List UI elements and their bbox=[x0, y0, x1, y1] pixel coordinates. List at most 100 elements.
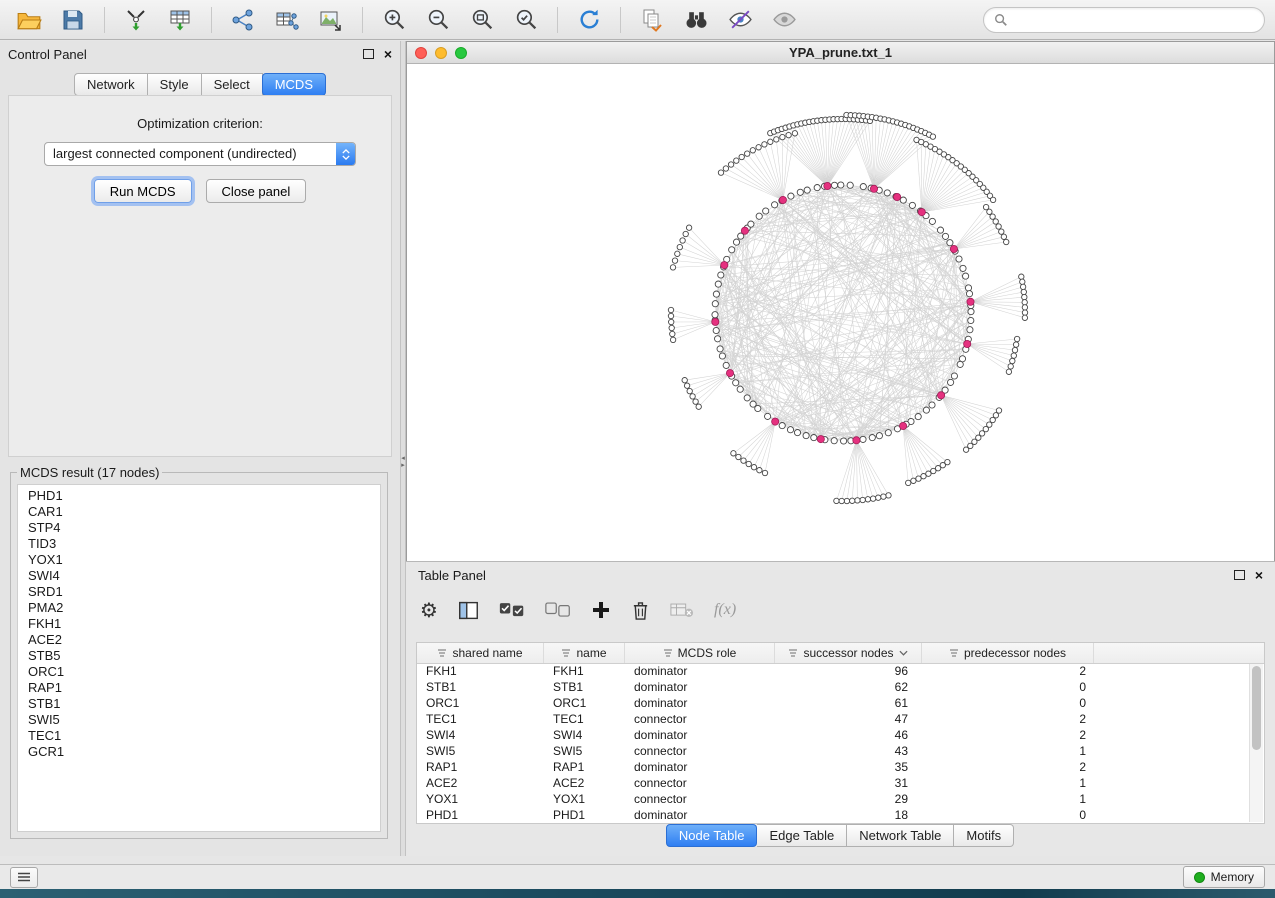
mcds-result-item[interactable]: TEC1 bbox=[28, 728, 370, 744]
mcds-result-item[interactable]: RAP1 bbox=[28, 680, 370, 696]
mcds-result-item[interactable]: STB5 bbox=[28, 648, 370, 664]
graphics-details-icon bbox=[728, 7, 753, 32]
mcds-result-item[interactable]: FKH1 bbox=[28, 616, 370, 632]
mcds-result-item[interactable]: STP4 bbox=[28, 520, 370, 536]
table-cell: FKH1 bbox=[544, 663, 625, 679]
select-all-button[interactable] bbox=[499, 602, 525, 618]
tab-network-table[interactable]: Network Table bbox=[847, 824, 954, 847]
mcds-result-item[interactable]: GCR1 bbox=[28, 744, 370, 760]
import-table-button[interactable] bbox=[161, 4, 199, 36]
mcds-result-item[interactable]: PHD1 bbox=[28, 488, 370, 504]
table-cell: 62 bbox=[775, 679, 922, 695]
tab-network[interactable]: Network bbox=[74, 73, 148, 96]
function-builder-button[interactable]: f(x) bbox=[714, 601, 736, 619]
scrollbar-thumb[interactable] bbox=[1252, 666, 1261, 750]
delete-column-button[interactable] bbox=[631, 600, 650, 621]
show-hide-button[interactable] bbox=[765, 4, 803, 36]
table-row[interactable]: YOX1YOX1connector291 bbox=[417, 791, 1250, 807]
table-cell: dominator bbox=[625, 759, 775, 775]
network-window-titlebar[interactable]: YPA_prune.txt_1 bbox=[407, 42, 1274, 64]
save-session-button[interactable] bbox=[54, 4, 92, 36]
desktop-background bbox=[0, 889, 1275, 898]
tab-edge-table[interactable]: Edge Table bbox=[757, 824, 847, 847]
graphics-details-button[interactable] bbox=[721, 4, 759, 36]
table-settings-button[interactable]: ⚙ bbox=[420, 600, 438, 620]
new-network-button[interactable] bbox=[224, 4, 262, 36]
sort-icon bbox=[561, 648, 571, 658]
table-cell: PHD1 bbox=[544, 807, 625, 823]
float-panel-icon[interactable] bbox=[363, 49, 374, 59]
mcds-result-item[interactable]: ORC1 bbox=[28, 664, 370, 680]
export-image-button[interactable] bbox=[312, 4, 350, 36]
tab-style[interactable]: Style bbox=[148, 73, 202, 96]
mcds-result-item[interactable]: TID3 bbox=[28, 536, 370, 552]
table-row[interactable]: FKH1FKH1dominator962 bbox=[417, 663, 1250, 679]
mcds-result-item[interactable]: ACE2 bbox=[28, 632, 370, 648]
memory-button[interactable]: Memory bbox=[1183, 866, 1265, 888]
tab-motifs[interactable]: Motifs bbox=[954, 824, 1014, 847]
mcds-result-list[interactable]: PHD1CAR1STP4TID3YOX1SWI4SRD1PMA2FKH1ACE2… bbox=[17, 484, 381, 832]
refresh-layout-button[interactable] bbox=[570, 4, 608, 36]
search-box[interactable] bbox=[983, 7, 1265, 33]
close-table-panel-icon[interactable]: × bbox=[1255, 570, 1263, 580]
criterion-dropdown[interactable]: largest connected component (undirected) bbox=[44, 142, 356, 166]
mcds-result-item[interactable]: PMA2 bbox=[28, 600, 370, 616]
network-canvas[interactable] bbox=[407, 64, 1274, 561]
status-menu-button[interactable] bbox=[10, 867, 38, 888]
mcds-result-item[interactable]: YOX1 bbox=[28, 552, 370, 568]
toolbar-separator bbox=[104, 7, 105, 33]
node-table: shared name name MCDS role successor nod… bbox=[416, 642, 1265, 824]
mcds-result-item[interactable]: SWI5 bbox=[28, 712, 370, 728]
table-row[interactable]: ORC1ORC1dominator610 bbox=[417, 695, 1250, 711]
column-header-mcds-role[interactable]: MCDS role bbox=[625, 643, 775, 663]
table-cell: connector bbox=[625, 743, 775, 759]
table-row[interactable]: TEC1TEC1connector472 bbox=[417, 711, 1250, 727]
run-mcds-button[interactable]: Run MCDS bbox=[94, 179, 192, 203]
mcds-result-item[interactable]: STB1 bbox=[28, 696, 370, 712]
tab-node-table[interactable]: Node Table bbox=[666, 824, 758, 847]
tab-select[interactable]: Select bbox=[202, 73, 263, 96]
search-input[interactable] bbox=[1014, 11, 1254, 28]
zoom-fit-button[interactable] bbox=[463, 4, 501, 36]
toolbar-separator bbox=[620, 7, 621, 33]
mcds-result-item[interactable]: SWI4 bbox=[28, 568, 370, 584]
open-session-button[interactable] bbox=[10, 4, 48, 36]
zoom-in-button[interactable] bbox=[375, 4, 413, 36]
add-column-button[interactable] bbox=[591, 600, 611, 620]
first-neighbors-button[interactable] bbox=[677, 4, 715, 36]
table-row[interactable]: STB1STB1dominator620 bbox=[417, 679, 1250, 695]
criterion-value: largest connected component (undirected) bbox=[53, 146, 297, 161]
new-network-table-button[interactable] bbox=[268, 4, 306, 36]
copy-document-button[interactable] bbox=[633, 4, 671, 36]
table-scrollbar[interactable] bbox=[1249, 664, 1263, 822]
import-network-button[interactable] bbox=[117, 4, 155, 36]
float-table-panel-icon[interactable] bbox=[1234, 570, 1245, 580]
column-layout-button[interactable] bbox=[458, 600, 479, 621]
tab-mcds[interactable]: MCDS bbox=[262, 73, 326, 96]
column-header-predecessor-nodes[interactable]: predecessor nodes bbox=[922, 643, 1094, 663]
table-cell: ORC1 bbox=[417, 695, 544, 711]
close-panel-icon[interactable]: × bbox=[384, 49, 392, 59]
table-row[interactable]: ACE2ACE2connector311 bbox=[417, 775, 1250, 791]
table-row[interactable]: SWI4SWI4dominator462 bbox=[417, 727, 1250, 743]
control-panel-header: Control Panel × bbox=[0, 41, 400, 67]
network-view-window: YPA_prune.txt_1 bbox=[406, 41, 1275, 561]
zoom-selected-button[interactable] bbox=[507, 4, 545, 36]
table-row[interactable]: PHD1PHD1dominator180 bbox=[417, 807, 1250, 823]
column-header-name[interactable]: name bbox=[544, 643, 625, 663]
close-panel-button[interactable]: Close panel bbox=[206, 179, 307, 203]
network-graph[interactable] bbox=[407, 64, 1274, 561]
table-row[interactable]: SWI5SWI5connector431 bbox=[417, 743, 1250, 759]
table-cell bbox=[1094, 679, 1250, 695]
table-cell bbox=[1094, 775, 1250, 791]
mcds-result-item[interactable]: CAR1 bbox=[28, 504, 370, 520]
table-cell: SWI5 bbox=[544, 743, 625, 759]
delete-table-button[interactable] bbox=[670, 602, 694, 619]
column-header-successor-nodes[interactable]: successor nodes bbox=[775, 643, 922, 663]
mcds-result-item[interactable]: SRD1 bbox=[28, 584, 370, 600]
table-row[interactable]: RAP1RAP1dominator352 bbox=[417, 759, 1250, 775]
column-header-shared-name[interactable]: shared name bbox=[417, 643, 544, 663]
zoom-out-button[interactable] bbox=[419, 4, 457, 36]
deselect-all-button[interactable] bbox=[545, 602, 571, 618]
splitter-collapse-icon[interactable]: ◂▸ bbox=[401, 455, 405, 469]
